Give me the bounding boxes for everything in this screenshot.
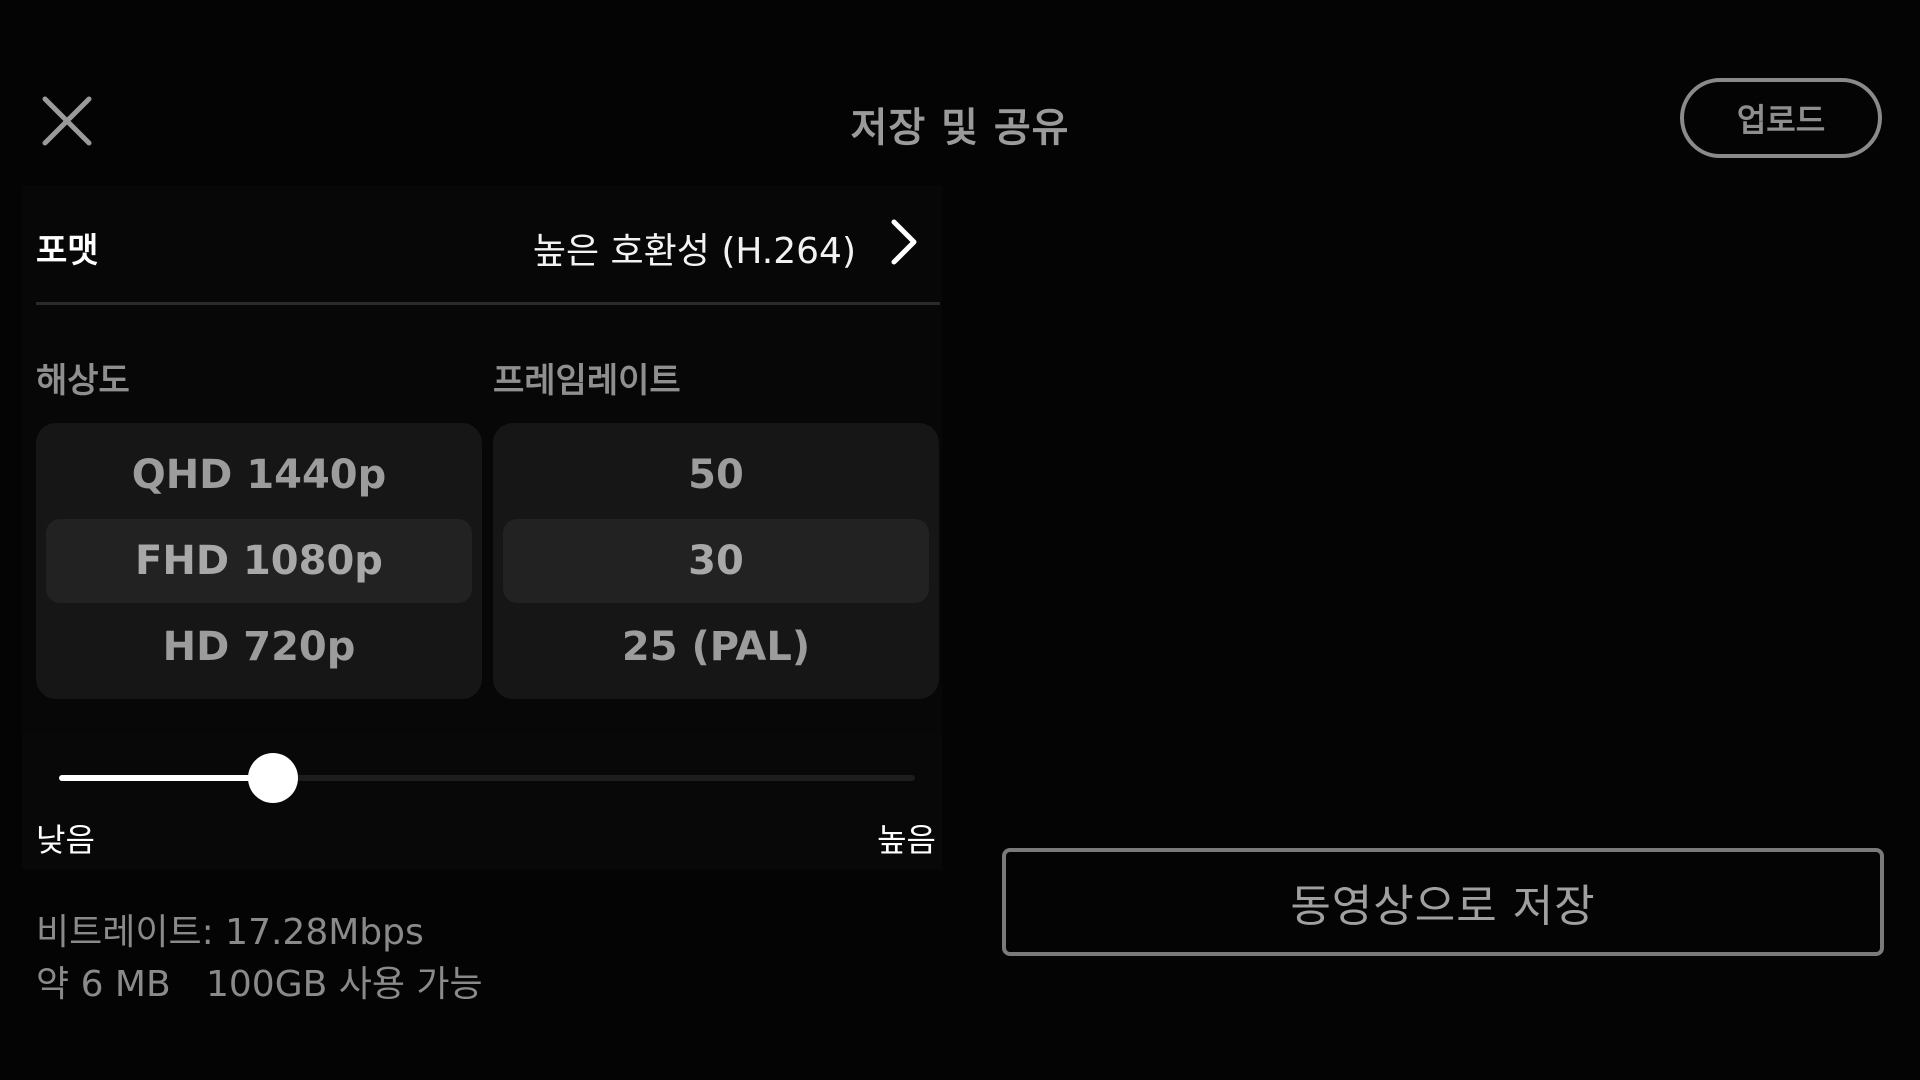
export-settings-panel: 포맷 높은 호환성 (H.264) 해상도 프레임레이트 QHD 1440p F…: [22, 185, 942, 870]
quality-high-label: 높음: [877, 821, 936, 859]
chevron-right-icon: [891, 219, 917, 265]
framerate-picker[interactable]: 50 30 25 (PAL): [493, 423, 939, 699]
framerate-option[interactable]: 25 (PAL): [503, 605, 929, 689]
framerate-option-selected[interactable]: 30: [503, 519, 929, 603]
format-label: 포맷: [36, 231, 99, 271]
framerate-label: 프레임레이트: [493, 361, 681, 401]
resolution-option-selected[interactable]: FHD 1080p: [46, 519, 472, 603]
format-value: 높은 호환성 (H.264): [532, 231, 856, 272]
quality-low-label: 낮음: [36, 821, 95, 859]
page-title: 저장 및 공유: [850, 105, 1070, 151]
slider-fill: [59, 775, 273, 781]
resolution-picker[interactable]: QHD 1440p FHD 1080p HD 720p: [36, 423, 482, 699]
upload-button[interactable]: 업로드: [1680, 78, 1882, 158]
divider: [36, 302, 940, 305]
resolution-option[interactable]: HD 720p: [46, 605, 472, 689]
resolution-option[interactable]: QHD 1440p: [46, 433, 472, 517]
quality-slider[interactable]: 낮음 높음: [22, 733, 942, 869]
storage-info: 100GB 사용 가능: [206, 964, 483, 1005]
slider-thumb[interactable]: [248, 753, 298, 803]
file-size-info: 약 6 MB: [36, 964, 171, 1005]
save-share-screen: 저장 및 공유 업로드 포맷 높은 호환성 (H.264) 해상도 프레임레이트…: [0, 0, 1920, 1080]
bitrate-info: 비트레이트: 17.28Mbps: [36, 912, 424, 953]
save-as-video-button[interactable]: 동영상으로 저장: [1002, 848, 1884, 956]
format-row[interactable]: 포맷 높은 호환성 (H.264): [22, 185, 942, 303]
framerate-option[interactable]: 50: [503, 433, 929, 517]
resolution-label: 해상도: [36, 361, 130, 401]
slider-track[interactable]: [59, 753, 915, 803]
